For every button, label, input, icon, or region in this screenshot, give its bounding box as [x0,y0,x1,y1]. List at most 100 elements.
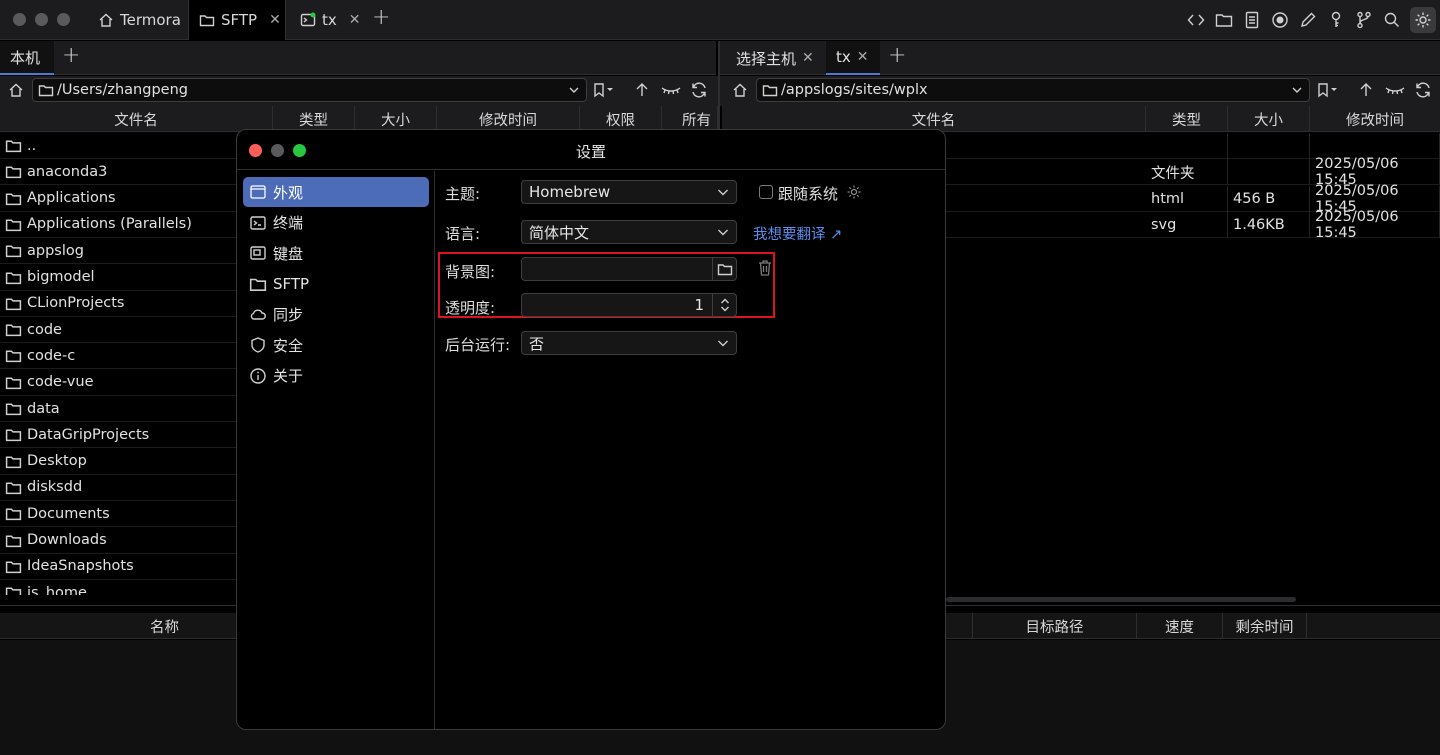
close-tab-icon[interactable]: ✕ [349,12,361,28]
code-icon[interactable] [1186,10,1206,30]
col-header-target-path[interactable]: 目标路径 [972,613,1137,639]
folder-icon[interactable] [1214,10,1234,30]
language-select[interactable]: 简体中文 [521,220,737,244]
key-icon[interactable] [1326,10,1346,30]
refresh-icon[interactable] [1414,81,1432,99]
file-name: CLionProjects [27,295,125,312]
arrow-up-icon[interactable] [1357,81,1375,99]
chevron-down-icon [716,185,730,199]
folder-icon [5,453,22,470]
chevron-down-icon[interactable] [1291,84,1303,96]
folder-icon [5,269,22,286]
folder-icon [5,347,22,364]
settings-nav: 外观终端键盘 SFTP 同步 安全 关于 [237,171,435,729]
bookmark-icon[interactable] [1316,82,1340,98]
nav-item[interactable]: 终端 [243,208,429,238]
branch-icon[interactable] [1354,10,1374,30]
cell-size [1228,159,1310,186]
new-tab-button[interactable]: + [372,5,390,30]
nav-item-label: 终端 [273,214,304,233]
shield-icon [249,336,267,354]
tab-tx[interactable]: tx ✕ [290,0,371,40]
add-remote-tab-button[interactable]: + [888,43,906,68]
nav-item[interactable]: 外观 [243,177,429,207]
close-window-button[interactable] [13,13,26,26]
gear-icon[interactable] [845,183,863,201]
dialog-title: 设置 [575,143,606,161]
left-path-bar: /Users/zhangpeng [0,76,718,106]
remote-path-input[interactable]: /appslogs/sites/wplx [756,78,1310,102]
nav-item[interactable]: 关于 [243,361,429,391]
tab-local[interactable]: 本机 [0,41,54,75]
theme-label: 主题: [445,185,481,203]
path-text: /Users/zhangpeng [57,82,188,98]
zoom-window-button[interactable] [57,13,70,26]
nav-item[interactable]: SFTP [243,269,429,299]
arrow-up-icon[interactable] [633,81,651,99]
stepper-icon[interactable] [712,293,736,317]
folder-icon [38,82,54,98]
language-value: 简体中文 [529,223,590,242]
folder-icon [5,190,22,207]
col-header-remaining-time[interactable]: 剩余时间 [1223,613,1307,639]
theme-value: Homebrew [529,183,611,201]
refresh-icon[interactable] [690,81,708,99]
tab-select-host[interactable]: 选择主机 ✕ [726,41,824,75]
home-icon[interactable] [8,82,24,98]
right-path-bar: /appslogs/sites/wplx [720,76,1440,106]
file-name: appslog [27,242,84,259]
translate-link[interactable]: 我想要翻译 ↗ [753,223,842,244]
document-icon[interactable] [1242,10,1262,30]
col-header-name[interactable]: 文件名 [0,106,273,132]
background-image-input[interactable] [521,257,737,281]
close-tab-icon[interactable]: ✕ [802,50,814,66]
opacity-label: 透明度: [445,299,496,317]
cell-type: html [1146,185,1228,212]
col-header-mtime[interactable]: 修改时间 [1310,106,1440,132]
nav-item[interactable]: 安全 [243,330,429,360]
nav-item-label: SFTP [273,274,310,293]
cell-type: svg [1146,211,1228,238]
chevron-down-icon[interactable] [568,84,580,96]
tab-termora[interactable]: Termora [88,0,191,40]
col-header-size[interactable]: 大小 [1228,106,1310,132]
hidden-files-icon[interactable] [1384,81,1406,99]
folder-icon [5,558,22,575]
col-header-type[interactable]: 类型 [1146,106,1228,132]
background-run-label: 后台运行: [445,336,511,354]
path-input[interactable]: /Users/zhangpeng [32,78,587,102]
add-local-tab-button[interactable]: + [62,43,80,68]
col-header-speed[interactable]: 速度 [1137,613,1223,639]
file-name: code-vue [27,374,94,391]
close-tab-icon[interactable]: ✕ [857,49,869,65]
file-name: DataGripProjects [27,426,150,443]
tab-tx-remote[interactable]: tx ✕ [826,41,880,75]
minimize-window-button[interactable] [35,13,48,26]
follow-system-checkbox[interactable] [759,185,773,199]
opacity-spinner[interactable]: 1 [521,293,737,317]
language-label: 语言: [445,225,481,243]
gear-icon[interactable] [1410,7,1436,33]
folder-icon [5,505,22,522]
cell-mtime: 2025/05/06 15:45 [1310,156,1440,188]
file-name: Downloads [27,532,107,548]
nav-item[interactable]: 键盘 [243,238,429,268]
hidden-files-icon[interactable] [660,81,682,99]
nav-item[interactable]: 同步 [243,299,429,329]
tab-sftp[interactable]: SFTP ✕ [188,0,286,40]
record-icon[interactable] [1270,10,1290,30]
pen-icon[interactable] [1298,10,1318,30]
left-pane-tabbar: 本机 + [0,41,716,75]
close-tab-icon[interactable]: ✕ [269,12,281,28]
trash-icon[interactable] [757,259,773,277]
home-icon[interactable] [732,82,748,98]
cell-mtime [1310,133,1440,159]
theme-select[interactable]: Homebrew [521,180,737,204]
horizontal-scrollbar[interactable] [946,597,1296,602]
bookmark-icon[interactable] [592,82,616,98]
search-icon[interactable] [1382,10,1402,30]
folder-icon[interactable] [712,257,736,281]
folder-icon [5,532,22,549]
background-run-select[interactable]: 否 [521,331,737,355]
folder-icon [5,295,22,312]
